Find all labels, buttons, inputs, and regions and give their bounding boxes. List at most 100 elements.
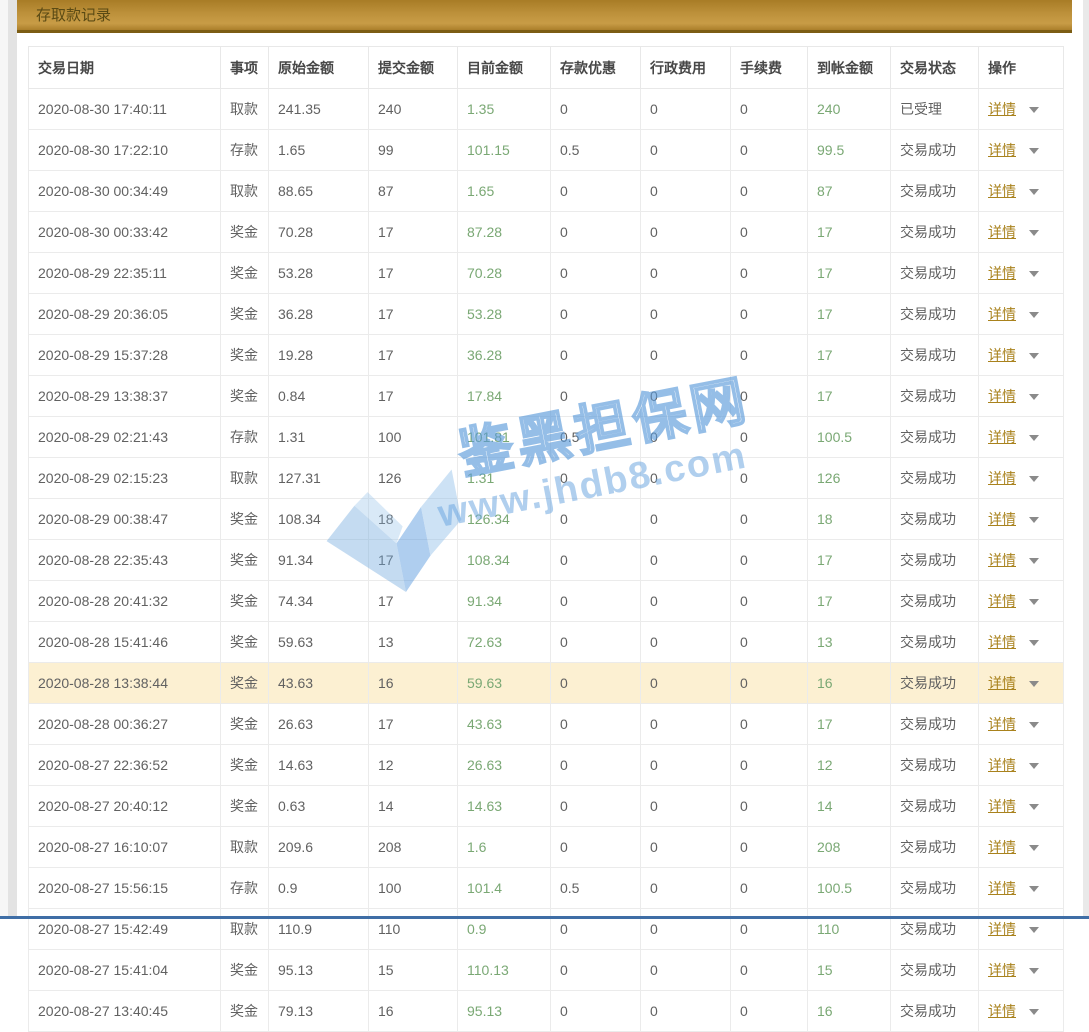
action-cell: 详情 [979, 704, 1064, 745]
chevron-down-icon[interactable] [1029, 517, 1039, 523]
chevron-down-icon[interactable] [1029, 599, 1039, 605]
chevron-down-icon[interactable] [1029, 558, 1039, 564]
action-cell: 详情 [979, 950, 1064, 991]
cell: 交易成功 [891, 171, 979, 212]
cell: 12 [808, 745, 891, 786]
chevron-down-icon[interactable] [1029, 804, 1039, 810]
detail-link[interactable]: 详情 [988, 142, 1016, 158]
cell: 15 [369, 950, 458, 991]
detail-link[interactable]: 详情 [988, 839, 1016, 855]
chevron-down-icon[interactable] [1029, 189, 1039, 195]
chevron-down-icon[interactable] [1029, 312, 1039, 318]
column-header-2: 原始金额 [269, 47, 369, 89]
detail-link[interactable]: 详情 [988, 347, 1016, 363]
detail-link[interactable]: 详情 [988, 634, 1016, 650]
detail-link[interactable]: 详情 [988, 757, 1016, 773]
chevron-down-icon[interactable] [1029, 435, 1039, 441]
cell: 0 [731, 622, 808, 663]
cell: 1.31 [458, 458, 551, 499]
cell: 241.35 [269, 89, 369, 130]
cell: 0 [731, 130, 808, 171]
table-row: 2020-08-30 00:34:49取款88.65871.6500087交易成… [29, 171, 1064, 212]
cell: 126.34 [458, 499, 551, 540]
chevron-down-icon[interactable] [1029, 886, 1039, 892]
cell: 0 [731, 458, 808, 499]
cell: 17 [369, 253, 458, 294]
cell: 110.9 [269, 909, 369, 950]
detail-link[interactable]: 详情 [988, 429, 1016, 445]
chevron-down-icon[interactable] [1029, 763, 1039, 769]
cell: 126 [808, 458, 891, 499]
action-cell: 详情 [979, 868, 1064, 909]
detail-link[interactable]: 详情 [988, 306, 1016, 322]
detail-link[interactable]: 详情 [988, 224, 1016, 240]
cell: 2020-08-27 20:40:12 [29, 786, 221, 827]
cell: 108.34 [458, 540, 551, 581]
chevron-down-icon[interactable] [1029, 722, 1039, 728]
cell: 59.63 [269, 622, 369, 663]
detail-link[interactable]: 详情 [988, 511, 1016, 527]
column-header-6: 行政费用 [641, 47, 731, 89]
chevron-down-icon[interactable] [1029, 968, 1039, 974]
chevron-down-icon[interactable] [1029, 640, 1039, 646]
column-header-8: 到帐金额 [808, 47, 891, 89]
cell: 43.63 [458, 704, 551, 745]
chevron-down-icon[interactable] [1029, 1009, 1039, 1015]
cell: 2020-08-29 02:21:43 [29, 417, 221, 458]
section-title-bar: 存取款记录 [17, 0, 1072, 33]
cell: 交易成功 [891, 294, 979, 335]
chevron-down-icon[interactable] [1029, 927, 1039, 933]
detail-link[interactable]: 详情 [988, 101, 1016, 117]
detail-link[interactable]: 详情 [988, 716, 1016, 732]
detail-link[interactable]: 详情 [988, 921, 1016, 937]
cell: 95.13 [269, 950, 369, 991]
chevron-down-icon[interactable] [1029, 681, 1039, 687]
cell: 0 [551, 786, 641, 827]
chevron-down-icon[interactable] [1029, 353, 1039, 359]
cell: 0 [551, 376, 641, 417]
cell: 88.65 [269, 171, 369, 212]
column-header-10: 操作 [979, 47, 1064, 89]
chevron-down-icon[interactable] [1029, 394, 1039, 400]
detail-link[interactable]: 详情 [988, 593, 1016, 609]
cell: 95.13 [458, 991, 551, 1032]
cell: 0 [641, 417, 731, 458]
action-cell: 详情 [979, 499, 1064, 540]
action-cell: 详情 [979, 212, 1064, 253]
chevron-down-icon[interactable] [1029, 476, 1039, 482]
cell: 0 [641, 294, 731, 335]
cell: 36.28 [458, 335, 551, 376]
cell: 交易成功 [891, 909, 979, 950]
cell: 110 [369, 909, 458, 950]
detail-link[interactable]: 详情 [988, 470, 1016, 486]
cell: 2020-08-30 00:33:42 [29, 212, 221, 253]
cell: 0 [731, 663, 808, 704]
cell: 取款 [221, 458, 269, 499]
detail-link[interactable]: 详情 [988, 552, 1016, 568]
action-cell: 详情 [979, 335, 1064, 376]
detail-link[interactable]: 详情 [988, 798, 1016, 814]
detail-link[interactable]: 详情 [988, 962, 1016, 978]
detail-link[interactable]: 详情 [988, 675, 1016, 691]
chevron-down-icon[interactable] [1029, 845, 1039, 851]
detail-link[interactable]: 详情 [988, 265, 1016, 281]
chevron-down-icon[interactable] [1029, 107, 1039, 113]
detail-link[interactable]: 详情 [988, 388, 1016, 404]
detail-link[interactable]: 详情 [988, 183, 1016, 199]
cell: 79.13 [269, 991, 369, 1032]
action-cell: 详情 [979, 89, 1064, 130]
cell: 26.63 [269, 704, 369, 745]
chevron-down-icon[interactable] [1029, 271, 1039, 277]
chevron-down-icon[interactable] [1029, 230, 1039, 236]
cell: 17 [808, 294, 891, 335]
detail-link[interactable]: 详情 [988, 880, 1016, 896]
detail-link[interactable]: 详情 [988, 1003, 1016, 1019]
cell: 0 [551, 581, 641, 622]
cell: 0 [731, 335, 808, 376]
cell: 0 [731, 540, 808, 581]
chevron-down-icon[interactable] [1029, 148, 1039, 154]
records-table: 交易日期事项原始金额提交金额目前金额存款优惠行政费用手续费到帐金额交易状态操作 … [28, 46, 1064, 1032]
cell: 2020-08-30 17:22:10 [29, 130, 221, 171]
cell: 0 [731, 950, 808, 991]
cell: 取款 [221, 827, 269, 868]
